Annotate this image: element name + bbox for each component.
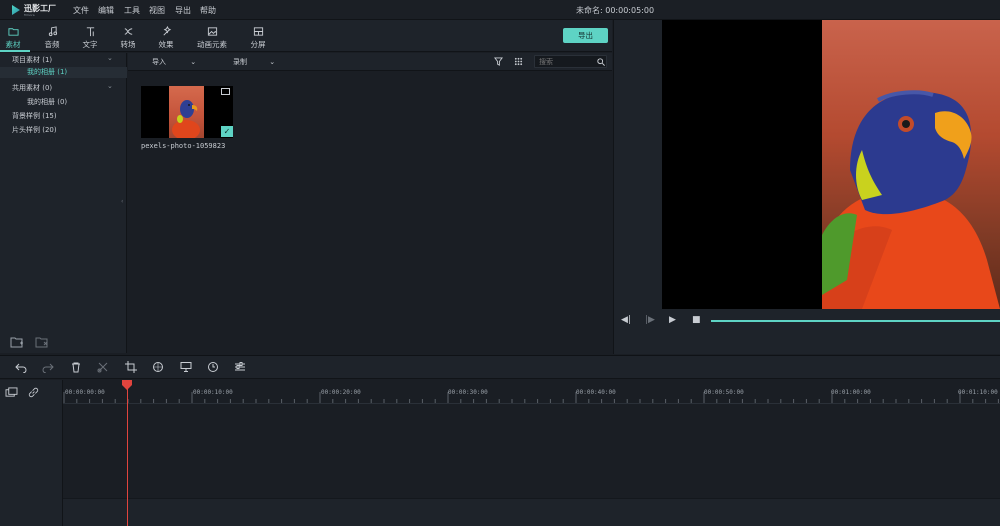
export-button[interactable]: 导出 (563, 28, 608, 43)
record-label: 录制 (233, 58, 247, 66)
collapse-handle[interactable]: ‹ (121, 198, 123, 205)
import-label: 导入 (152, 58, 166, 66)
library-item-label: 片头样例 (20) (12, 126, 57, 134)
library-item-my-album-1[interactable]: 我的相册 (1) (0, 67, 127, 78)
audio-track[interactable] (63, 498, 1000, 526)
library-item-project-media[interactable]: 项目素材 (1) ⌄ (12, 54, 127, 66)
redo-icon[interactable] (42, 361, 54, 374)
library-item-label: 背景样例 (15) (12, 112, 57, 120)
app-logo: 迅影工厂 filmora (12, 3, 56, 17)
library-item-intro-samples[interactable]: 片头样例 (20) (12, 125, 57, 135)
timecode-label: 00:00:30:00 (448, 389, 488, 396)
delete-folder-icon[interactable] (35, 336, 49, 348)
timeline-toolbar (0, 355, 1000, 379)
parrot-photo-preview (822, 20, 1000, 309)
color-icon[interactable] (152, 361, 164, 373)
media-item-name: pexels-photo-1059823 (141, 142, 226, 150)
tab-transitions[interactable]: 转场 (111, 20, 145, 52)
library-item-background-samples[interactable]: 背景样例 (15) (12, 111, 57, 121)
library-item-label: 项目素材 (1) (12, 56, 53, 64)
parrot-photo-thumbnail (169, 86, 204, 138)
media-tab-bar: 素材 音频 文字 转场 效果 动画元素 分屏 (0, 20, 612, 52)
tab-effects[interactable]: 效果 (149, 20, 183, 52)
menu-view[interactable]: 视图 (149, 5, 165, 16)
image-type-icon (221, 88, 230, 95)
tab-text[interactable]: 文字 (73, 20, 107, 52)
library-item-shared-media[interactable]: 共用素材 (0) ⌄ (12, 82, 127, 94)
chevron-down-icon[interactable]: ⌄ (107, 82, 113, 90)
playhead-line[interactable] (127, 383, 128, 526)
tab-audio[interactable]: 音频 (35, 20, 69, 52)
menu-bar: 迅影工厂 filmora 文件 编辑 工具 视图 导出 帮助 未命名: 00:0… (0, 0, 1000, 20)
add-track-icon[interactable] (5, 387, 18, 398)
timecode-label: 00:00:20:00 (321, 389, 361, 396)
image-element-icon (207, 27, 217, 36)
tab-label: 素材 (5, 40, 21, 49)
tab-label: 文字 (82, 40, 98, 49)
timecode-label: 00:00:10:00 (193, 389, 233, 396)
filter-icon[interactable] (494, 57, 503, 66)
library-item-label: 我的相册 (0) (27, 98, 68, 106)
library-item-my-album-0[interactable]: 我的相册 (0) (27, 97, 67, 107)
tab-media[interactable]: 素材 (0, 20, 30, 52)
step-forward-icon[interactable]: |▶ (645, 315, 655, 325)
duration-icon[interactable] (207, 361, 219, 373)
tab-label: 转场 (120, 40, 136, 49)
text-icon (86, 27, 94, 37)
tab-label: 效果 (158, 40, 174, 49)
timecode-label: 00:00:40:00 (576, 389, 616, 396)
add-folder-icon[interactable] (10, 336, 24, 348)
menu-edit[interactable]: 编辑 (98, 5, 114, 16)
library-sidebar: 项目素材 (1) ⌄ 我的相册 (1) 共用素材 (0) ⌄ 我的相册 (0) … (0, 53, 127, 353)
menu-file[interactable]: 文件 (73, 5, 89, 16)
tab-label: 动画元素 (197, 40, 227, 49)
green-screen-icon[interactable] (180, 361, 192, 373)
logo-subtext: filmora (24, 12, 35, 17)
logo-icon (12, 5, 20, 15)
chevron-down-icon: ⌄ (190, 58, 197, 66)
undo-icon[interactable] (15, 361, 27, 374)
search-input[interactable] (535, 56, 591, 67)
effects-icon (162, 26, 171, 36)
logo-text: 迅影工厂 (24, 3, 56, 13)
tab-elements[interactable]: 动画元素 (194, 20, 230, 52)
tab-label: 分屏 (250, 40, 266, 49)
play-icon[interactable]: ▶ (669, 315, 676, 325)
library-item-label: 共用素材 (0) (12, 84, 53, 92)
chevron-down-icon[interactable]: ⌄ (107, 54, 113, 62)
chevron-down-icon: ⌄ (269, 58, 276, 66)
transition-icon (124, 28, 132, 35)
split-screen-icon (253, 27, 263, 36)
playback-progress-bar[interactable] (711, 320, 1000, 322)
video-track[interactable] (63, 404, 1000, 498)
menu-tools[interactable]: 工具 (124, 5, 140, 16)
timecode-label: 00:01:00:00 (831, 389, 871, 396)
link-icon[interactable] (28, 387, 39, 398)
step-back-icon[interactable]: ◀| (621, 315, 631, 325)
tab-label: 音频 (44, 40, 60, 49)
timecode-label: 00:00:00:00 (65, 389, 105, 396)
track-header-panel (0, 380, 63, 526)
music-note-icon (48, 26, 57, 37)
menu-help[interactable]: 帮助 (200, 5, 216, 16)
project-title: 未命名: 00:00:05:00 (576, 6, 655, 15)
search-icon[interactable] (597, 58, 605, 66)
timecode-label: 00:00:50:00 (704, 389, 744, 396)
adjust-icon[interactable] (234, 361, 246, 373)
cut-icon[interactable] (97, 361, 109, 373)
menu-export[interactable]: 导出 (175, 5, 191, 16)
checkmark-icon: ✓ (221, 126, 233, 137)
grid-view-icon[interactable] (514, 57, 523, 66)
folder-icon (7, 28, 19, 36)
library-item-label: 我的相册 (1) (27, 68, 68, 76)
import-dropdown[interactable]: 导入 ⌄ (152, 57, 196, 67)
crop-icon[interactable] (125, 361, 137, 373)
stop-icon[interactable]: ■ (692, 315, 701, 325)
delete-icon[interactable] (70, 361, 82, 373)
record-dropdown[interactable]: 录制 ⌄ (233, 57, 275, 67)
search-box (534, 55, 607, 68)
tab-split-screen[interactable]: 分屏 (241, 20, 275, 52)
timecode-label: 00:01:10:00 (958, 389, 998, 396)
